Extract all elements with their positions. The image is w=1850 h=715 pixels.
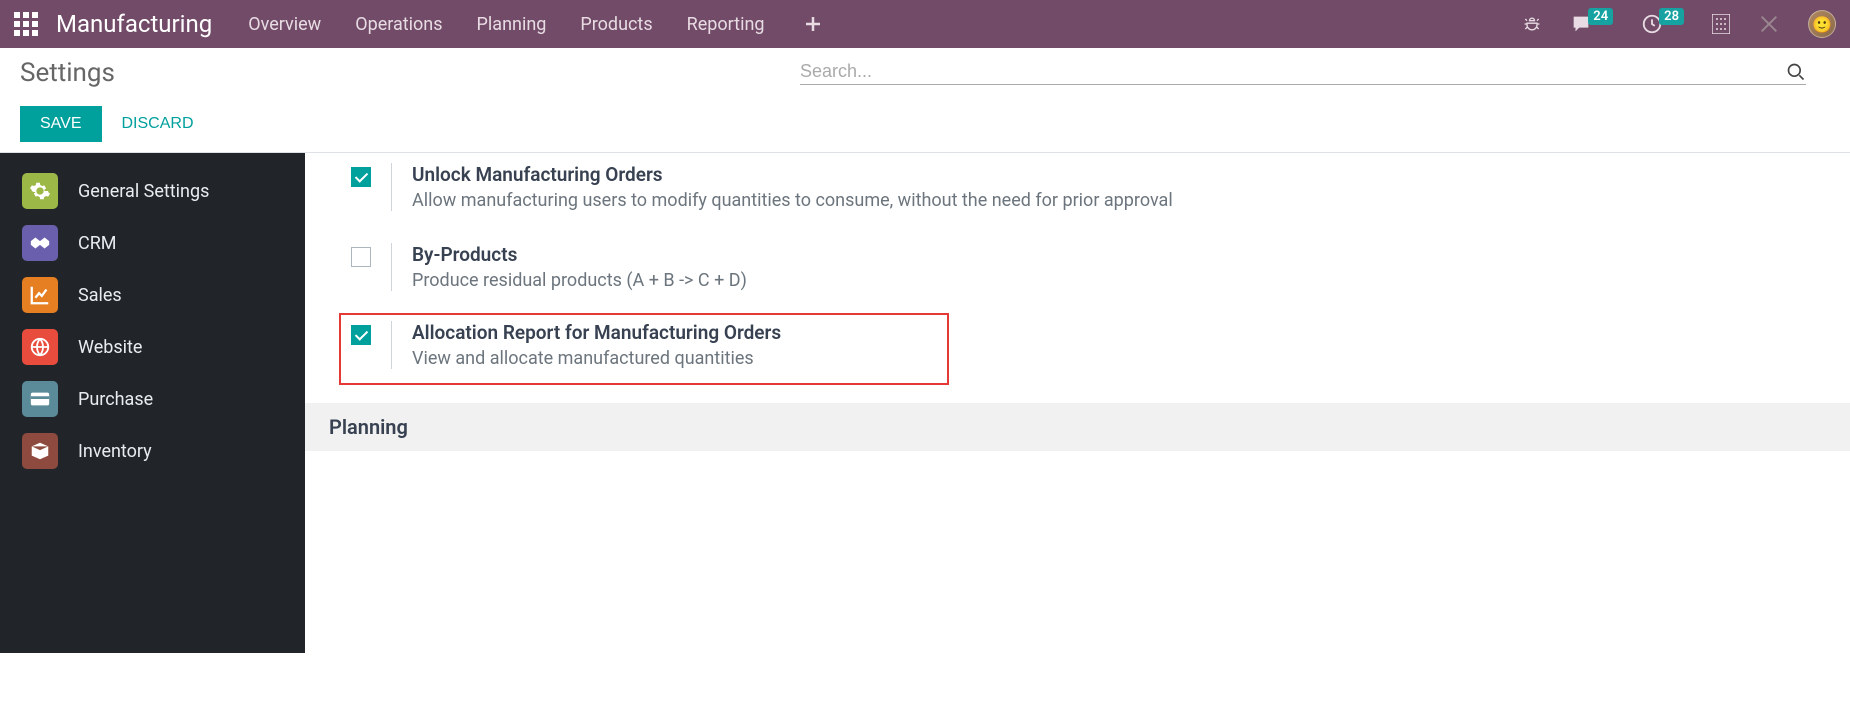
settings-main: Unlock Manufacturing Orders Allow manufa…: [305, 153, 1850, 653]
checkbox-byproducts[interactable]: [351, 247, 371, 267]
nav-reporting[interactable]: Reporting: [687, 14, 765, 35]
sidebar-item-label: Inventory: [78, 441, 152, 462]
tools-icon[interactable]: [1758, 13, 1780, 35]
setting-desc: Produce residual products (A + B -> C + …: [412, 270, 747, 291]
chat-badge: 24: [1588, 8, 1613, 25]
nav-operations[interactable]: Operations: [355, 14, 442, 35]
grid-icon[interactable]: [1712, 14, 1730, 34]
clock-icon[interactable]: 28: [1641, 13, 1684, 35]
save-button[interactable]: SAVE: [20, 106, 102, 142]
sidebar-item-sales[interactable]: Sales: [0, 269, 305, 321]
search-input[interactable]: [800, 61, 1786, 82]
card-icon: [22, 381, 58, 417]
sidebar-item-label: General Settings: [78, 181, 209, 202]
box-icon: [22, 433, 58, 469]
sidebar-item-crm[interactable]: CRM: [0, 217, 305, 269]
settings-body: General Settings CRM Sales Website Purch…: [0, 153, 1850, 653]
handshake-icon: [22, 225, 58, 261]
divider: [391, 243, 392, 291]
setting-title: By-Products: [412, 243, 747, 266]
nav-planning[interactable]: Planning: [477, 14, 547, 35]
checkbox-allocation[interactable]: [351, 325, 371, 345]
app-brand[interactable]: Manufacturing: [56, 10, 212, 38]
checkbox-unlock[interactable]: [351, 167, 371, 187]
nav-right: 24 28 🙂: [1522, 10, 1836, 38]
sidebar-item-label: CRM: [78, 233, 117, 254]
sidebar-item-general[interactable]: General Settings: [0, 165, 305, 217]
setting-allocation: Allocation Report for Manufacturing Orde…: [351, 321, 937, 369]
nav-menu: Overview Operations Planning Products Re…: [248, 14, 1522, 35]
settings-sidebar: General Settings CRM Sales Website Purch…: [0, 153, 305, 653]
chat-icon[interactable]: 24: [1570, 13, 1613, 35]
bug-icon[interactable]: [1522, 14, 1542, 34]
setting-desc: Allow manufacturing users to modify quan…: [412, 190, 1173, 211]
sidebar-item-label: Purchase: [78, 389, 153, 410]
divider: [391, 321, 392, 369]
chart-icon: [22, 277, 58, 313]
apps-icon[interactable]: [14, 12, 38, 36]
search-bar[interactable]: [800, 61, 1806, 85]
divider: [391, 163, 392, 211]
search-icon[interactable]: [1786, 62, 1806, 82]
setting-title: Unlock Manufacturing Orders: [412, 163, 1173, 186]
section-planning: Planning: [305, 403, 1850, 451]
control-panel: Settings SAVE DISCARD: [0, 48, 1850, 153]
sidebar-item-website[interactable]: Website: [0, 321, 305, 373]
setting-title: Allocation Report for Manufacturing Orde…: [412, 321, 781, 344]
gear-icon: [22, 173, 58, 209]
setting-unlock-orders: Unlock Manufacturing Orders Allow manufa…: [351, 153, 1826, 233]
sidebar-item-inventory[interactable]: Inventory: [0, 425, 305, 477]
setting-allocation-highlight: Allocation Report for Manufacturing Orde…: [339, 313, 949, 385]
setting-byproducts: By-Products Produce residual products (A…: [351, 233, 1826, 313]
clock-badge: 28: [1659, 8, 1684, 25]
avatar[interactable]: 🙂: [1808, 10, 1836, 38]
nav-products[interactable]: Products: [580, 14, 652, 35]
sidebar-item-purchase[interactable]: Purchase: [0, 373, 305, 425]
globe-icon: [22, 329, 58, 365]
setting-desc: View and allocate manufactured quantitie…: [412, 348, 781, 369]
sidebar-item-label: Sales: [78, 285, 122, 306]
page-title: Settings: [20, 58, 115, 88]
plus-icon[interactable]: [805, 16, 821, 32]
sidebar-item-label: Website: [78, 337, 142, 358]
discard-button[interactable]: DISCARD: [122, 115, 194, 133]
top-navbar: Manufacturing Overview Operations Planni…: [0, 0, 1850, 48]
nav-overview[interactable]: Overview: [248, 14, 321, 35]
